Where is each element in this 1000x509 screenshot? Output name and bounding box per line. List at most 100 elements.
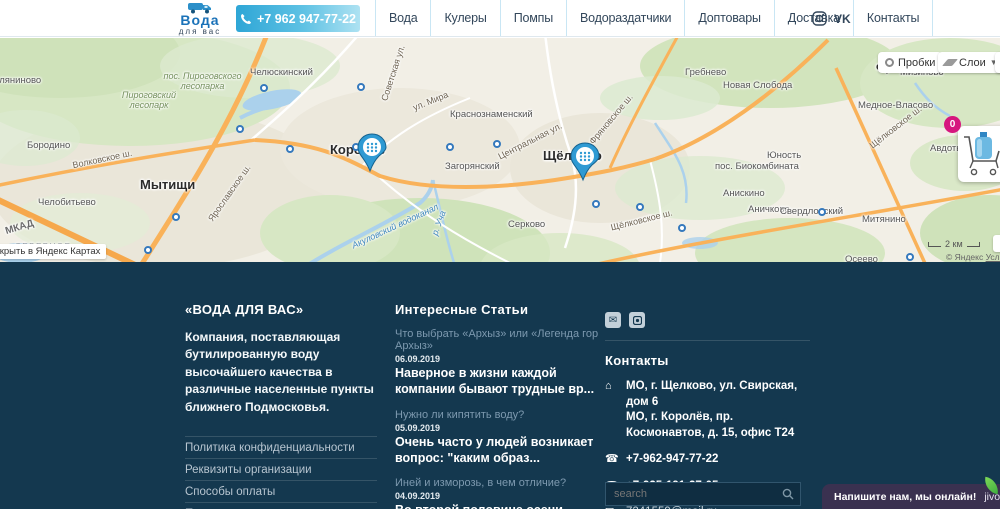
- traffic-icon: [885, 58, 894, 67]
- measure-button-partial[interactable]: [993, 235, 1000, 252]
- footer-social: ✉: [605, 312, 810, 328]
- nav-item-1[interactable]: Кулеры: [431, 0, 500, 36]
- article-title-link[interactable]: Иней и изморозь, в чем отличие?: [395, 477, 613, 489]
- transit-stop-dot: [286, 145, 294, 153]
- transit-stop-dot: [236, 125, 244, 133]
- header-phone-button[interactable]: +7 962 947-77-22: [236, 5, 360, 32]
- map-placemark-schelkovo[interactable]: [570, 142, 600, 187]
- map-placemark-korolev[interactable]: [357, 133, 387, 178]
- svg-text:VK: VK: [834, 12, 851, 25]
- footer-link[interactable]: Процесс передачи данных: [185, 503, 377, 509]
- map-labels: МытищиКоролёвЩёлковоФрязиноГребневоНовая…: [0, 38, 1000, 262]
- yandex-map[interactable]: МытищиКоролёвЩёлковоФрязиноГребневоНовая…: [0, 38, 1000, 262]
- logo[interactable]: Вода для вас: [166, 1, 234, 36]
- scale-line-right: [967, 242, 980, 247]
- traffic-label: Пробки: [898, 57, 935, 69]
- transit-stop-dot: [357, 83, 365, 91]
- transit-stop-dot: [636, 203, 644, 211]
- logo-text-line2: для вас: [166, 28, 234, 36]
- traffic-button[interactable]: Пробки: [878, 52, 942, 73]
- article-excerpt: Наверное в жизни каждой компании бывают …: [395, 365, 613, 398]
- map-label: Беляниново: [0, 75, 41, 86]
- article-item: Иней и изморозь, в чем отличие? 04.09.201…: [395, 477, 613, 509]
- map-label: Акуловский водоканал: [350, 202, 440, 251]
- map-copyright: © Яндекс Условия использования: [946, 252, 1000, 262]
- transit-stop-dot: [446, 143, 454, 151]
- layers-icon: [942, 59, 958, 66]
- map-label: Новая Слобода: [723, 80, 792, 91]
- cart-widget[interactable]: [958, 126, 1000, 182]
- instagram-icon[interactable]: [629, 312, 645, 328]
- logo-text-line1: Вода: [166, 13, 234, 27]
- transit-stop-dot: [172, 213, 180, 221]
- footer-search: [605, 482, 801, 506]
- chat-widget[interactable]: Напишите нам, мы онлайн! jivosite: [822, 484, 1000, 509]
- footer-articles: Интересные Статьи Что выбрать «Архыз» ил…: [395, 302, 613, 509]
- phone-icon: ☎: [605, 452, 618, 467]
- nav-item-0[interactable]: Вода: [375, 0, 431, 36]
- map-label: Волковское ш.: [72, 148, 133, 170]
- article-title-link[interactable]: Нужно ли кипятить воду?: [395, 409, 613, 421]
- search-icon[interactable]: [782, 488, 794, 500]
- cart-bottle-icon: [960, 129, 1000, 181]
- nav-item-4[interactable]: Доптовары: [685, 0, 774, 36]
- chat-message: Напишите нам, мы онлайн!: [834, 491, 976, 503]
- footer-about-title: «ВОДА ДЛЯ ВАС»: [185, 302, 377, 317]
- articles-list: Что выбрать «Архыз» или «Легенда гор Арх…: [395, 328, 613, 509]
- ruler-button-partial[interactable]: [995, 52, 1000, 73]
- footer-about-text: Компания, поставляющая бутилированную во…: [185, 329, 377, 416]
- article-date: 05.09.2019: [395, 423, 613, 433]
- map-scale: 2 км: [928, 239, 980, 249]
- contact-phone-row: ☎ +7-962-947-77-22: [605, 452, 810, 468]
- footer-link[interactable]: Реквизиты организации: [185, 459, 377, 481]
- email-icon[interactable]: ✉: [605, 312, 621, 328]
- map-label: Фряновское ш.: [587, 92, 635, 146]
- terms-link[interactable]: Условия использования: [986, 252, 1000, 262]
- instagram-icon[interactable]: [812, 11, 827, 26]
- footer: «ВОДА ДЛЯ ВАС» Компания, поставляющая бу…: [0, 262, 1000, 509]
- map-label: Ярославское ш.: [206, 163, 252, 223]
- header: Вода для вас +7 962 947-77-22 ВодаКулеры…: [0, 0, 1000, 37]
- footer-about: «ВОДА ДЛЯ ВАС» Компания, поставляющая бу…: [185, 302, 377, 509]
- map-label: Юность: [767, 150, 801, 161]
- nav-item-3[interactable]: Водораздатчики: [567, 0, 685, 36]
- article-excerpt: Очень часто у людей возникает вопрос: "к…: [395, 434, 613, 467]
- map-label: Загорянский: [445, 161, 500, 172]
- footer-link[interactable]: Способы оплаты: [185, 481, 377, 503]
- map-label: пос. Биокомбината: [715, 161, 799, 172]
- divider: [605, 340, 810, 341]
- address-line-2: МО, г. Королёв, пр. Космонавтов, д. 15, …: [626, 411, 794, 439]
- contacts-title: Контакты: [605, 353, 810, 368]
- map-label: Свердловский: [780, 206, 843, 217]
- transit-stop-dot: [906, 253, 914, 261]
- map-label: МКАД: [4, 218, 35, 237]
- map-label: Анискино: [723, 188, 765, 199]
- map-label: Щёлковское ш.: [610, 208, 674, 233]
- address-line-1: МО, г. Щелково, ул. Свирская, дом 6: [626, 380, 797, 408]
- contact-phone[interactable]: +7-962-947-77-22: [626, 452, 718, 468]
- article-title-link[interactable]: Что выбрать «Архыз» или «Легенда гор Арх…: [395, 328, 613, 352]
- article-date: 06.09.2019: [395, 354, 613, 364]
- map-label: Бородино: [27, 140, 70, 151]
- layers-button[interactable]: Слои ▼: [938, 52, 1000, 73]
- article-date: 04.09.2019: [395, 491, 613, 501]
- search-input[interactable]: [605, 482, 801, 506]
- map-label: Советская ул.: [379, 44, 406, 102]
- map-label: Серково: [508, 219, 545, 230]
- transit-stop-dot: [144, 246, 152, 254]
- footer-link[interactable]: Политика конфиденциальности: [185, 437, 377, 459]
- vk-icon[interactable]: VK: [834, 12, 854, 25]
- footer-contacts: ✉ Контакты ⌂ МО, г. Щелково, ул. Свирска…: [605, 306, 810, 509]
- open-in-yandex-link[interactable]: Открыть в Яндекс Картах: [0, 244, 106, 259]
- map-label: Осеево: [845, 254, 878, 262]
- article-excerpt: Во второй половине осени температура по …: [395, 502, 613, 509]
- footer-links: Политика конфиденциальностиРеквизиты орг…: [185, 436, 377, 509]
- map-label: пос. Пироговского лесопарка: [145, 71, 260, 92]
- nav-item-2[interactable]: Помпы: [501, 0, 567, 36]
- layers-label: Слои: [959, 57, 986, 69]
- transit-stop-dot: [260, 84, 268, 92]
- contact-address-text: МО, г. Щелково, ул. Свирская, дом 6 МО, …: [626, 379, 810, 441]
- phone-icon: [240, 13, 252, 25]
- scale-label: 2 км: [945, 239, 963, 249]
- nav-item-6[interactable]: Контакты: [854, 0, 933, 36]
